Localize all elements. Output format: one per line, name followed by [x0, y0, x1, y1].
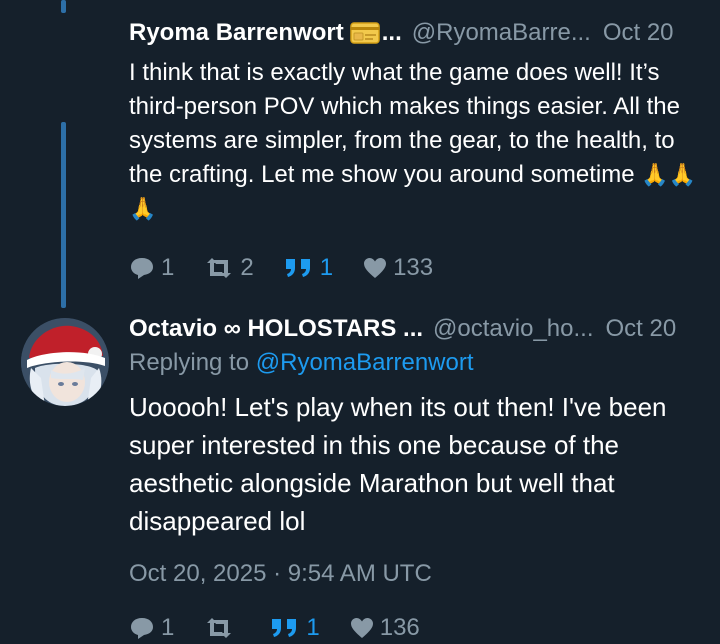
heart-icon	[364, 258, 387, 278]
reply-mention-link[interactable]: @RyomaBarrenwort	[256, 349, 474, 376]
quote-icon	[272, 619, 297, 637]
tweet-header: Ryoma Barrenwort ... @RyomaBarre... Oct …	[129, 18, 700, 48]
retweet-icon	[207, 258, 232, 278]
handle[interactable]: @RyomaBarre...	[412, 18, 591, 48]
tweet-date[interactable]: Oct 20	[606, 314, 677, 344]
replying-to: Replying to @RyomaBarrenwort	[129, 348, 700, 378]
retweet-button[interactable]	[204, 616, 240, 640]
tweet-date[interactable]: Oct 20	[603, 18, 674, 48]
avatar[interactable]	[21, 318, 109, 406]
quote-count: 1	[306, 614, 320, 641]
tweet[interactable]: Ryoma Barrenwort ... @RyomaBarre... Oct …	[129, 18, 700, 284]
quote-button[interactable]: 1	[270, 614, 320, 642]
tweet[interactable]: Octavio ∞ HOLOSTARS ... @octavio_ho... O…	[129, 314, 700, 644]
reply-count: 1	[161, 614, 175, 641]
like-count: 136	[379, 614, 420, 641]
tweet-text: Uooooh! Let's play when its out then! I'…	[129, 392, 667, 536]
reply-count: 1	[161, 254, 175, 281]
quote-icon	[285, 259, 310, 277]
display-name[interactable]: Octavio ∞ HOLOSTARS ...	[129, 314, 423, 344]
retweet-button[interactable]: 2	[204, 254, 254, 282]
reply-icon	[131, 618, 153, 639]
reply-button[interactable]: 1	[129, 614, 174, 642]
reply-icon	[131, 258, 153, 279]
tweet-timestamp[interactable]: Oct 20, 2025 · 9:54 AM UTC	[129, 560, 700, 588]
tweet-actions: 1 1 136	[129, 612, 700, 644]
like-count: 133	[393, 254, 434, 281]
thread-line	[61, 122, 66, 308]
like-button[interactable]: 136	[350, 614, 420, 642]
tweet-header: Octavio ∞ HOLOSTARS ... @octavio_ho... O…	[129, 314, 700, 344]
tweet-actions: 1 2 1 133	[129, 252, 700, 284]
display-name[interactable]: Ryoma Barrenwort	[129, 18, 344, 48]
id-card-icon	[349, 22, 380, 44]
like-button[interactable]: 133	[363, 254, 433, 282]
name-ellipsis: ...	[381, 19, 402, 46]
quote-button[interactable]: 1	[284, 254, 333, 282]
handle[interactable]: @octavio_ho...	[433, 314, 593, 344]
reply-button[interactable]: 1	[129, 254, 174, 282]
thread-line	[61, 0, 66, 13]
heart-icon	[350, 618, 373, 638]
replying-to-label: Replying to	[129, 349, 250, 376]
tweet-text-content: I think that is exactly what the game do…	[129, 59, 680, 188]
retweet-icon	[207, 618, 232, 638]
retweet-count: 2	[240, 254, 254, 281]
tweet-text: I think that is exactly what the game do…	[129, 56, 700, 226]
quote-count: 1	[319, 254, 334, 281]
